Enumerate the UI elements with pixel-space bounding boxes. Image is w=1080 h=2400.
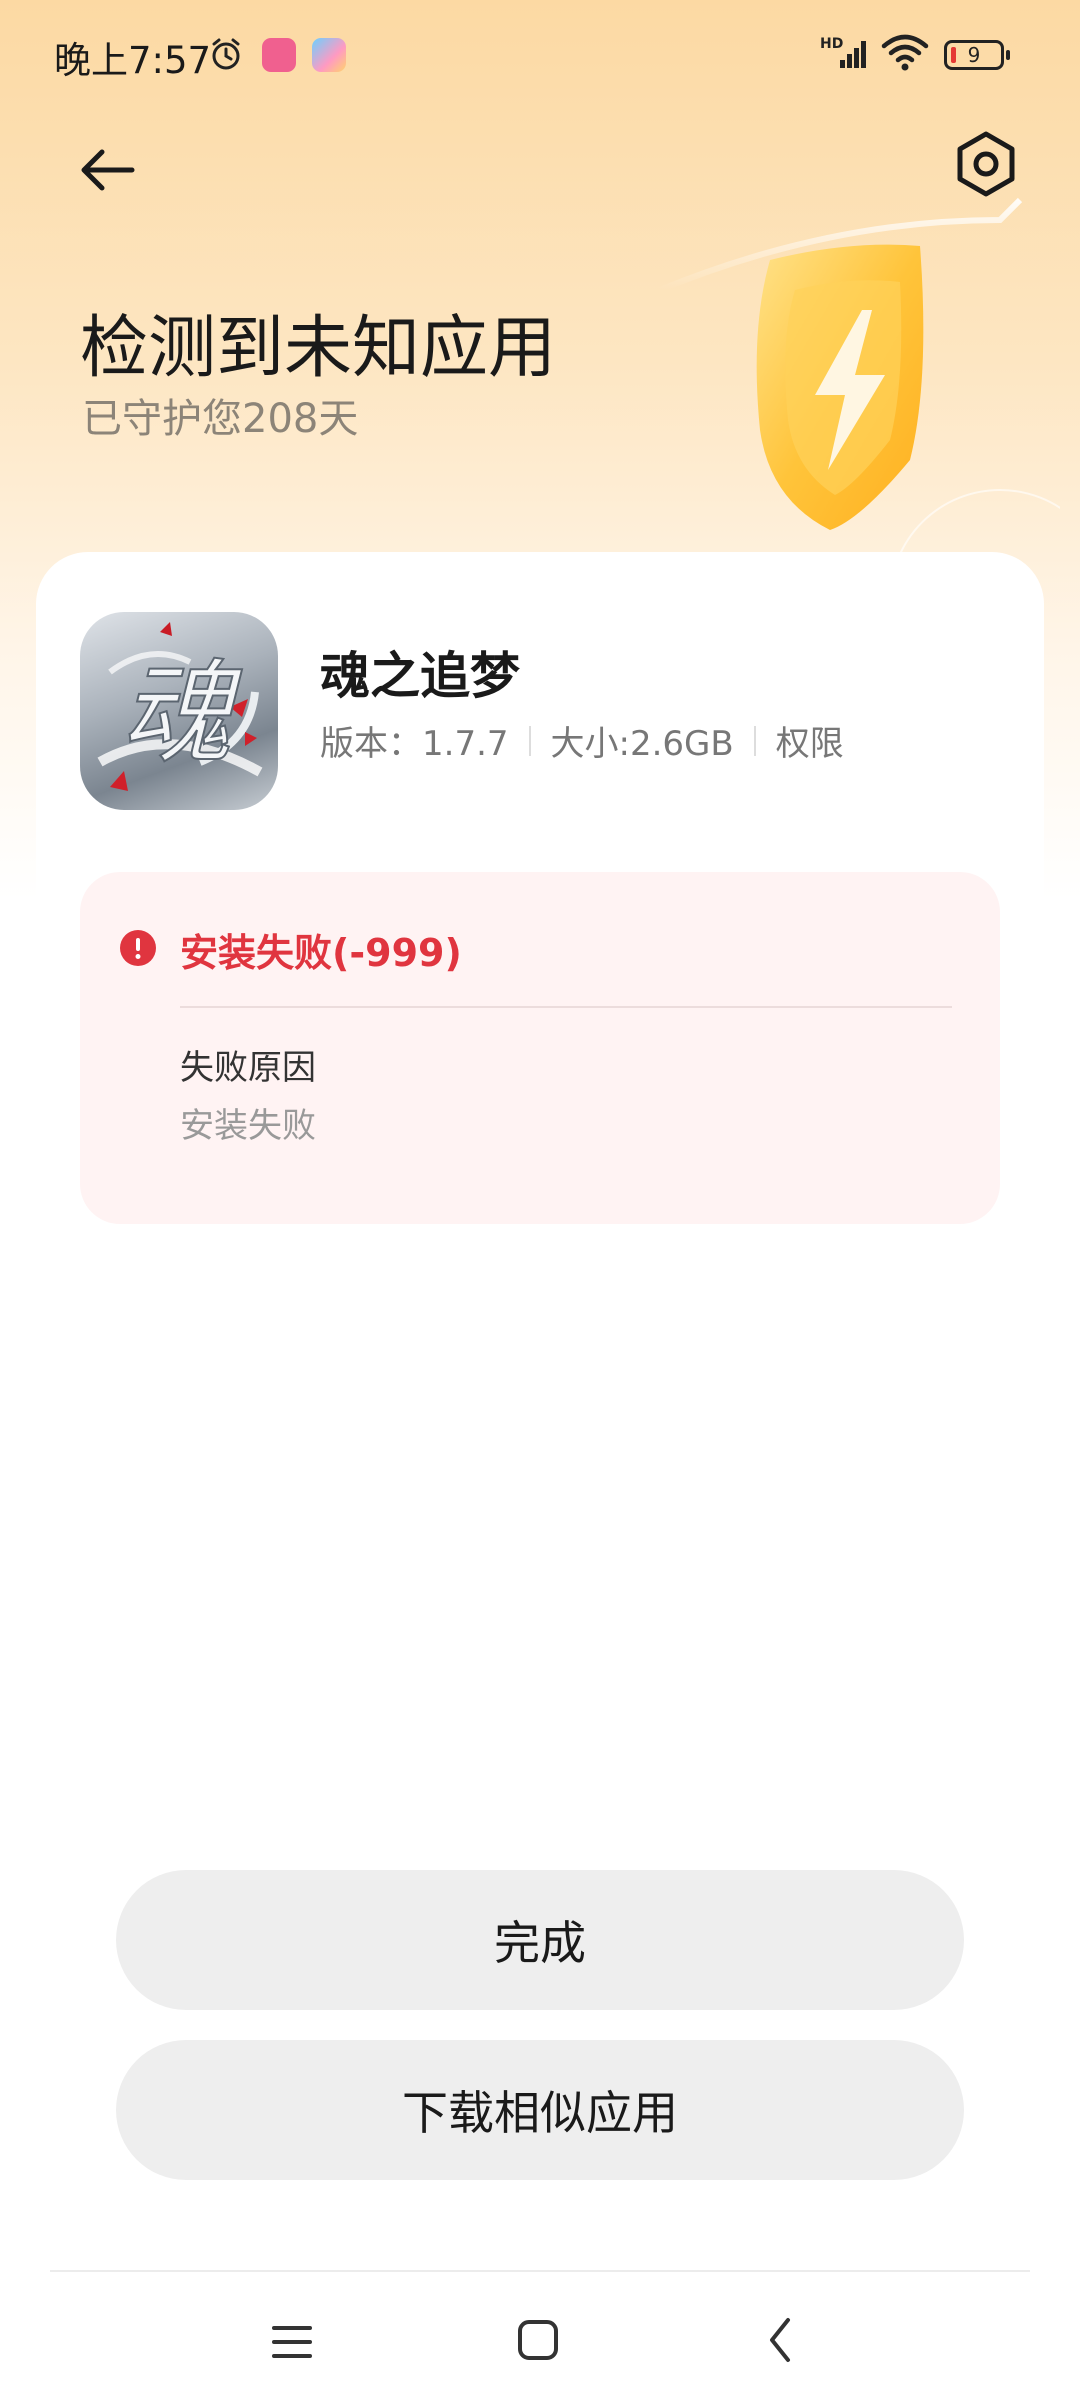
wifi-icon — [880, 34, 930, 76]
game-app-icon — [312, 38, 346, 72]
app-icon: 魂 — [80, 612, 278, 810]
protection-days: 已守护您208天 — [82, 396, 359, 442]
shield-illustration — [600, 180, 1080, 711]
back-icon[interactable] — [70, 132, 146, 208]
app-size: 大小:2.6GB — [550, 724, 734, 764]
failure-reason-label: 失败原因 — [180, 1048, 316, 1088]
permissions-link[interactable]: 权限 — [776, 716, 844, 765]
bilibili-app-icon — [262, 38, 296, 72]
app-icon-glyph: 魂 — [120, 649, 243, 779]
back-nav-icon[interactable] — [766, 2316, 794, 2368]
meta-divider — [528, 725, 531, 756]
download-similar-button[interactable]: 下载相似应用 — [116, 2040, 964, 2180]
status-bar: 晚上7:57 HD 9 — [0, 0, 1080, 110]
error-divider — [180, 1006, 952, 1008]
menu-icon[interactable] — [270, 2322, 314, 2366]
meta-divider — [753, 725, 756, 756]
home-icon[interactable] — [516, 2318, 560, 2366]
navigation-bar — [0, 2272, 1080, 2400]
done-button[interactable]: 完成 — [116, 1870, 964, 2010]
failure-reason-value: 安装失败 — [180, 1106, 316, 1146]
error-title: 安装失败(-999) — [180, 931, 462, 975]
signal-icon — [826, 38, 870, 74]
alarm-icon — [208, 36, 244, 76]
battery-icon: 9 — [944, 40, 1010, 70]
install-error-card: 安装失败(-999) 失败原因 安装失败 — [80, 872, 1000, 1224]
battery-level: 9 — [967, 43, 981, 67]
page-title: 检测到未知应用 — [80, 309, 557, 388]
app-version: 版本：1.7.7 — [320, 724, 509, 764]
app-name: 魂之追梦 — [320, 647, 520, 705]
app-meta: 版本：1.7.7 大小:2.6GB 权限 — [320, 716, 844, 765]
error-icon — [120, 930, 156, 970]
status-time: 晚上7:57 — [54, 39, 212, 82]
